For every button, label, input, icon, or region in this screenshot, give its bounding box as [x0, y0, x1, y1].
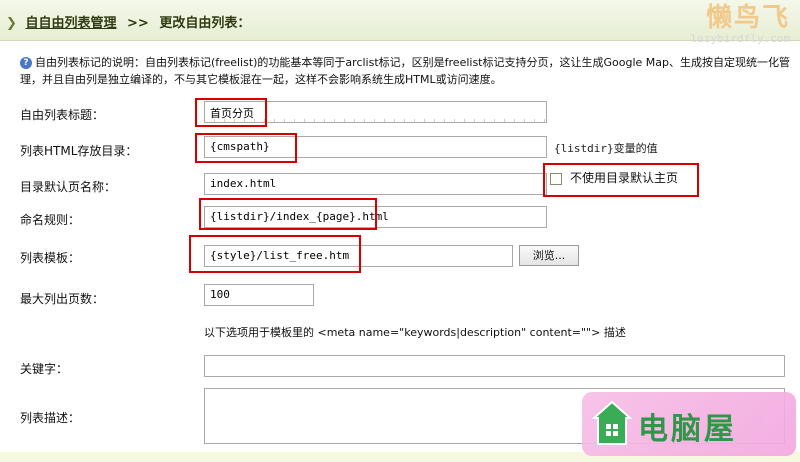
default-page-label: 目录默认页名称： — [20, 180, 117, 194]
dir-note: {listdir}变量的值 — [554, 142, 658, 155]
default-page-input[interactable]: index.html — [204, 173, 547, 195]
max-pages-input[interactable]: 100 — [204, 284, 314, 306]
header-bar: ❯ 自自由列表管理 >> 更改自由列表： 懒鸟飞 lazybirdfly.com — [0, 0, 800, 45]
highlight-box-dir — [195, 133, 297, 163]
title-label: 自由列表标题： — [20, 108, 105, 122]
meta-hint-text: 以下选项用于模板里的 <meta name="keywords|descript… — [204, 326, 626, 339]
watermark-brand: 懒鸟飞 — [705, 3, 790, 33]
watermark-logo-top: 懒鸟飞 lazybirdfly.com — [691, 4, 790, 45]
browse-button[interactable]: 浏览... — [519, 245, 579, 266]
watermark-bottom-brand: 电脑屋 — [638, 412, 737, 447]
keywords-label: 关键字： — [20, 362, 69, 376]
list-desc-label: 列表描述： — [20, 411, 81, 425]
watermark-logo-bottom: 电脑屋 — [582, 392, 796, 456]
watermark-url: lazybirdfly.com — [690, 32, 790, 45]
max-pages-label: 最大列出页数： — [20, 292, 105, 306]
naming-label: 命名规则： — [20, 213, 81, 227]
house-icon — [592, 400, 632, 445]
chevron-right-icon: ❯ — [6, 16, 17, 31]
template-label: 列表模板： — [20, 251, 81, 265]
highlight-box-checkbox — [543, 163, 699, 197]
description-text: 自由列表标记的说明：自由列表标记(freelist)的功能基本等同于arclis… — [20, 56, 790, 86]
help-icon: ? — [20, 57, 32, 69]
breadcrumb-separator: >> — [126, 16, 149, 31]
breadcrumb: ❯ 自自由列表管理 >> 更改自由列表： — [6, 12, 250, 31]
breadcrumb-current: 更改自由列表： — [159, 16, 251, 31]
highlight-box-naming — [199, 198, 377, 230]
dir-label: 列表HTML存放目录： — [20, 144, 138, 158]
freelist-description: ? 自由列表标记的说明：自由列表标记(freelist)的功能基本等同于arcli… — [20, 54, 800, 88]
highlight-box-title — [195, 98, 267, 127]
breadcrumb-parent-link[interactable]: 自自由列表管理 — [25, 16, 116, 31]
highlight-box-template — [189, 235, 361, 273]
keywords-input[interactable] — [204, 355, 785, 377]
